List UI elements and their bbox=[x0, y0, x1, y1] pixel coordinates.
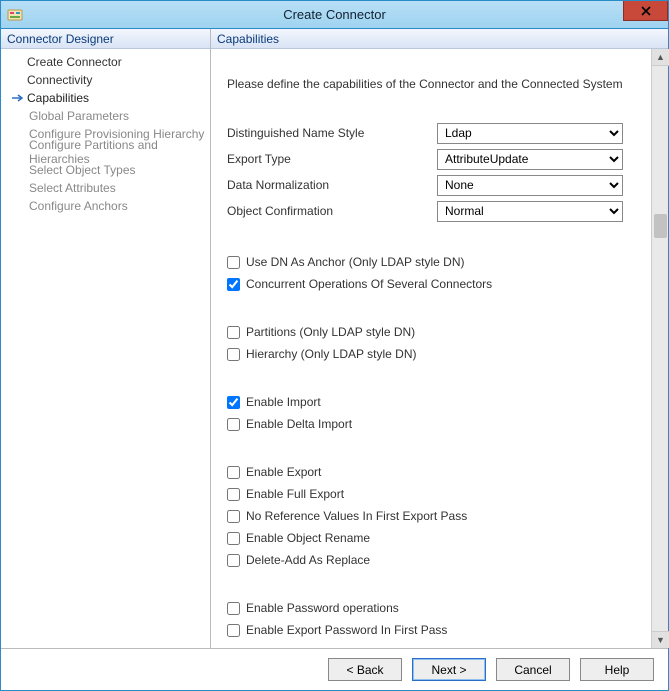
arrow-icon bbox=[11, 93, 25, 103]
checkbox-enable_pwd_ops[interactable] bbox=[227, 602, 240, 615]
button-bar: < Back Next > Cancel Help bbox=[1, 648, 668, 690]
cancel-button[interactable]: Cancel bbox=[496, 658, 570, 681]
nav-item-create-connector[interactable]: Create Connector bbox=[1, 53, 210, 71]
client-area: Connector Designer Create Connector Conne… bbox=[1, 29, 668, 690]
next-button[interactable]: Next > bbox=[412, 658, 486, 681]
checkbox-enable_delta_import[interactable] bbox=[227, 418, 240, 431]
panel-header: Capabilities bbox=[211, 29, 668, 49]
nav-item-label: Configure Partitions and Hierarchies bbox=[29, 138, 210, 166]
checkbox-label: Enable Full Export bbox=[246, 487, 344, 501]
instruction-text: Please define the capabilities of the Co… bbox=[227, 77, 623, 91]
checkbox-row-enable_export[interactable]: Enable Export bbox=[227, 461, 623, 483]
label-dn-style: Distinguished Name Style bbox=[227, 126, 437, 140]
checkbox-delete_add_replace[interactable] bbox=[227, 554, 240, 567]
close-button[interactable] bbox=[623, 1, 668, 21]
nav-item-configure-anchors[interactable]: Configure Anchors bbox=[1, 197, 210, 215]
row-data-norm: Data Normalization None bbox=[227, 173, 623, 197]
checkbox-row-use_dn_anchor[interactable]: Use DN As Anchor (Only LDAP style DN) bbox=[227, 251, 623, 273]
checkbox-label: No Reference Values In First Export Pass bbox=[246, 509, 467, 523]
checkbox-enable_export_pwd_first[interactable] bbox=[227, 624, 240, 637]
content: Connector Designer Create Connector Conne… bbox=[1, 29, 668, 648]
nav-item-label: Select Attributes bbox=[29, 181, 116, 195]
nav-item-label: Configure Anchors bbox=[29, 199, 128, 213]
nav-item-label: Global Parameters bbox=[29, 109, 129, 123]
nav-item-select-attributes[interactable]: Select Attributes bbox=[1, 179, 210, 197]
checkbox-hierarchy[interactable] bbox=[227, 348, 240, 361]
label-export-type: Export Type bbox=[227, 152, 437, 166]
checkbox-row-hierarchy[interactable]: Hierarchy (Only LDAP style DN) bbox=[227, 343, 623, 365]
checkbox-row-partitions[interactable]: Partitions (Only LDAP style DN) bbox=[227, 321, 623, 343]
panel: Capabilities Please define the capabilit… bbox=[211, 29, 668, 648]
checkbox-row-enable_delta_import[interactable]: Enable Delta Import bbox=[227, 413, 623, 435]
checkbox-label: Enable Delta Import bbox=[246, 417, 352, 431]
window: Create Connector Connector Designer Crea… bbox=[0, 0, 669, 691]
checkbox-enable_obj_rename[interactable] bbox=[227, 532, 240, 545]
checkbox-label: Enable Object Rename bbox=[246, 531, 370, 545]
scroll-thumb[interactable] bbox=[654, 214, 667, 238]
panel-body: Please define the capabilities of the Co… bbox=[211, 49, 668, 648]
select-dn-style[interactable]: Ldap bbox=[437, 123, 623, 144]
nav-item-label: Capabilities bbox=[27, 91, 89, 105]
form-area: Please define the capabilities of the Co… bbox=[211, 49, 651, 648]
checkbox-no_ref_first_pass[interactable] bbox=[227, 510, 240, 523]
select-export-type[interactable]: AttributeUpdate bbox=[437, 149, 623, 170]
checkbox-label: Enable Import bbox=[246, 395, 321, 409]
nav-item-configure-partitions-and-hierarchies[interactable]: Configure Partitions and Hierarchies bbox=[1, 143, 210, 161]
checkbox-row-enable_full_export[interactable]: Enable Full Export bbox=[227, 483, 623, 505]
checkbox-label: Hierarchy (Only LDAP style DN) bbox=[246, 347, 416, 361]
label-obj-confirm: Object Confirmation bbox=[227, 204, 437, 218]
checkbox-label: Enable Password operations bbox=[246, 601, 399, 615]
vertical-scrollbar[interactable]: ▲ ▼ bbox=[651, 49, 668, 648]
sidebar-header: Connector Designer bbox=[1, 29, 210, 49]
checkbox-row-enable_export_pwd_first[interactable]: Enable Export Password In First Pass bbox=[227, 619, 623, 641]
nav-list: Create Connector Connectivity Capabilities… bbox=[1, 49, 210, 215]
back-button[interactable]: < Back bbox=[328, 658, 402, 681]
checkbox-label: Delete-Add As Replace bbox=[246, 553, 370, 567]
checkbox-use_dn_anchor[interactable] bbox=[227, 256, 240, 269]
checkbox-label: Partitions (Only LDAP style DN) bbox=[246, 325, 415, 339]
scroll-down-arrow[interactable]: ▼ bbox=[652, 631, 669, 648]
checkbox-enable_import[interactable] bbox=[227, 396, 240, 409]
checkbox-concurrent_ops[interactable] bbox=[227, 278, 240, 291]
row-dn-style: Distinguished Name Style Ldap bbox=[227, 121, 623, 145]
checkbox-row-no_ref_first_pass[interactable]: No Reference Values In First Export Pass bbox=[227, 505, 623, 527]
checkbox-row-concurrent_ops[interactable]: Concurrent Operations Of Several Connect… bbox=[227, 273, 623, 295]
checkbox-label: Concurrent Operations Of Several Connect… bbox=[246, 277, 492, 291]
nav-item-global-parameters[interactable]: Global Parameters bbox=[1, 107, 210, 125]
nav-item-connectivity[interactable]: Connectivity bbox=[1, 71, 210, 89]
checkbox-row-enable_import[interactable]: Enable Import bbox=[227, 391, 623, 413]
app-icon bbox=[7, 7, 23, 23]
nav-item-label: Connectivity bbox=[27, 73, 92, 87]
checkbox-enable_export[interactable] bbox=[227, 466, 240, 479]
select-obj-confirm[interactable]: Normal bbox=[437, 201, 623, 222]
row-export-type: Export Type AttributeUpdate bbox=[227, 147, 623, 171]
select-data-norm[interactable]: None bbox=[437, 175, 623, 196]
titlebar: Create Connector bbox=[1, 1, 668, 29]
nav-item-label: Select Object Types bbox=[29, 163, 136, 177]
nav-item-label: Create Connector bbox=[27, 55, 122, 69]
checkbox-row-delete_add_replace[interactable]: Delete-Add As Replace bbox=[227, 549, 623, 571]
checkbox-enable_full_export[interactable] bbox=[227, 488, 240, 501]
checkbox-row-enable_obj_rename[interactable]: Enable Object Rename bbox=[227, 527, 623, 549]
checkbox-partitions[interactable] bbox=[227, 326, 240, 339]
label-data-norm: Data Normalization bbox=[227, 178, 437, 192]
help-button[interactable]: Help bbox=[580, 658, 654, 681]
checkbox-row-enable_pwd_ops[interactable]: Enable Password operations bbox=[227, 597, 623, 619]
row-obj-confirm: Object Confirmation Normal bbox=[227, 199, 623, 223]
checkbox-label: Use DN As Anchor (Only LDAP style DN) bbox=[246, 255, 465, 269]
scroll-up-arrow[interactable]: ▲ bbox=[652, 49, 669, 66]
sidebar: Connector Designer Create Connector Conne… bbox=[1, 29, 211, 648]
nav-item-capabilities[interactable]: Capabilities bbox=[1, 89, 210, 107]
checkbox-label: Enable Export bbox=[246, 465, 321, 479]
checkbox-label: Enable Export Password In First Pass bbox=[246, 623, 447, 637]
window-title: Create Connector bbox=[1, 7, 668, 22]
